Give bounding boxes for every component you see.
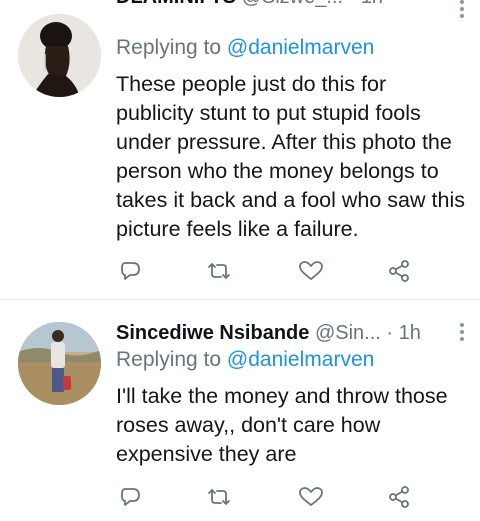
share-icon <box>389 260 409 282</box>
share-button[interactable] <box>384 256 414 286</box>
like-icon <box>299 487 323 506</box>
replying-to-label: Replying to <box>116 348 222 371</box>
retweet-icon <box>208 489 230 505</box>
mention-link[interactable]: @danielmarven <box>227 348 374 371</box>
retweet-icon <box>208 263 230 279</box>
reply-button[interactable] <box>116 256 146 286</box>
timestamp[interactable]: 1h <box>399 322 421 344</box>
like-icon <box>299 261 323 280</box>
reply-icon <box>121 262 140 280</box>
tweet-header: DLAMINI. TS @Sizwe_... · 1h <box>116 0 460 12</box>
tweet-text: These people just do this for publicity … <box>116 72 465 241</box>
like-button[interactable] <box>296 482 326 512</box>
tweet-actions <box>116 482 416 512</box>
reply-icon <box>121 488 140 506</box>
avatar-outdoor-photo-image <box>18 322 101 405</box>
tweet-divider <box>0 299 480 300</box>
tweet-actions <box>116 256 416 286</box>
user-handle[interactable]: @Sin... <box>315 322 381 344</box>
more-options-icon[interactable] <box>460 0 466 18</box>
avatar[interactable] <box>18 14 101 97</box>
replying-to-label: Replying to <box>116 36 222 59</box>
tweet-header: Sincediwe Nsibande @Sin... · 1h <box>116 318 460 348</box>
tweet-text: I'll take the money and throw those rose… <box>116 384 448 466</box>
mention-link[interactable]: @danielmarven <box>227 36 374 59</box>
replying-to: Replying to @danielmarven <box>116 348 374 372</box>
avatar-portrait-image <box>18 14 101 97</box>
tweet[interactable]: Sincediwe Nsibande @Sin... · 1h Replying… <box>0 306 480 521</box>
tweet[interactable]: DLAMINI. TS @Sizwe_... · 1h Replying to … <box>0 0 480 300</box>
separator-dot: · <box>349 0 356 8</box>
display-name[interactable]: Sincediwe Nsibande <box>116 322 309 344</box>
more-options-icon[interactable] <box>460 323 466 341</box>
retweet-button[interactable] <box>204 482 234 512</box>
display-name[interactable]: DLAMINI. TS <box>116 0 236 8</box>
user-handle[interactable]: @Sizwe_... <box>242 0 343 8</box>
reply-button[interactable] <box>116 482 146 512</box>
retweet-button[interactable] <box>204 256 234 286</box>
separator-dot: · <box>386 322 394 344</box>
replying-to: Replying to @danielmarven <box>116 36 374 60</box>
timestamp[interactable]: 1h <box>361 0 383 8</box>
share-button[interactable] <box>384 482 414 512</box>
avatar[interactable] <box>18 322 101 405</box>
share-icon <box>389 486 409 508</box>
like-button[interactable] <box>296 256 326 286</box>
